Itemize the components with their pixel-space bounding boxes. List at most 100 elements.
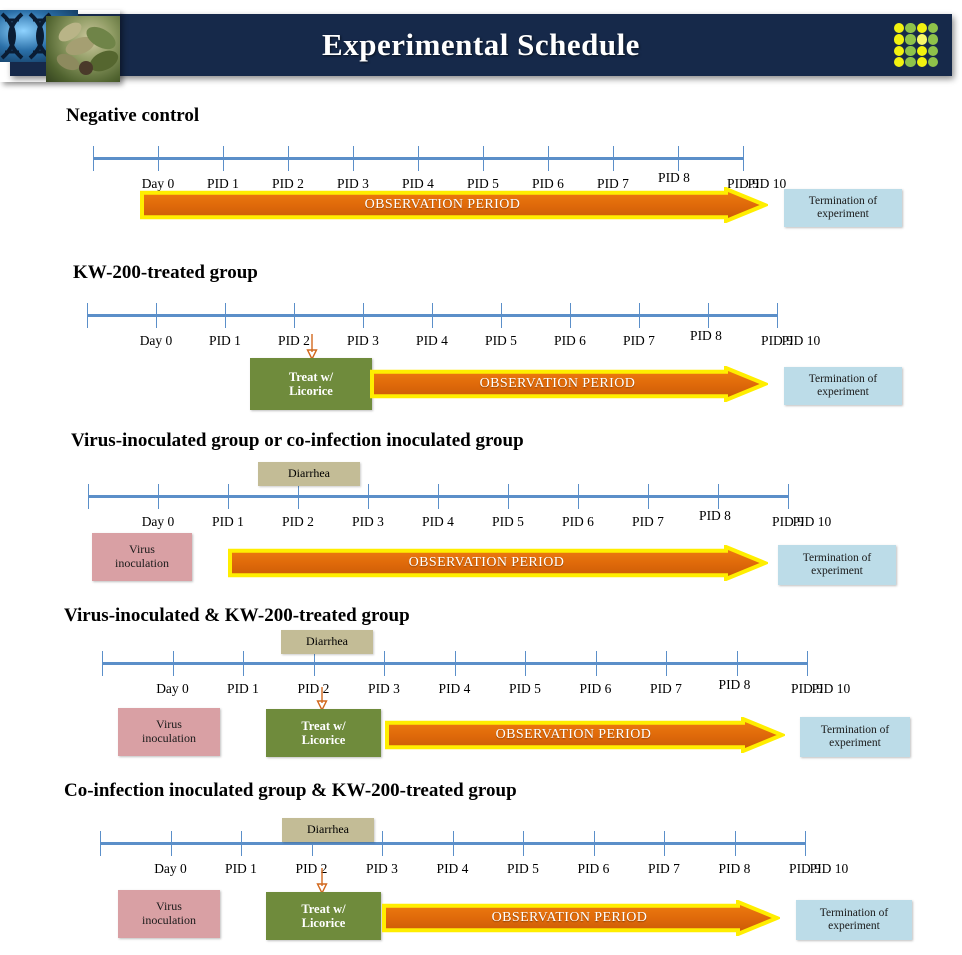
dot-grid-logo bbox=[894, 23, 938, 67]
timeline-tick bbox=[639, 303, 640, 328]
timeline-tick bbox=[666, 651, 667, 676]
timeline-tick bbox=[158, 146, 159, 171]
timeline-label: PID 8 bbox=[718, 677, 751, 692]
plant-leaves-icon bbox=[56, 22, 119, 75]
timeline-tick bbox=[454, 651, 456, 676]
timeline-tick bbox=[593, 831, 595, 856]
timeline-label: PID 1 bbox=[212, 514, 244, 529]
logo-dot bbox=[927, 23, 938, 34]
logo-dot bbox=[916, 45, 927, 56]
observation-period-arrow: OBSERVATION PERIOD bbox=[382, 900, 780, 936]
header-banner: Experimental Schedule bbox=[10, 14, 952, 76]
licorice-plant-image bbox=[46, 16, 120, 82]
timeline-tick bbox=[734, 831, 736, 856]
timeline-label: PID 6 bbox=[562, 514, 594, 529]
timeline-label: PID 4 bbox=[436, 861, 469, 876]
timeline-tick bbox=[578, 484, 579, 509]
logo-dot bbox=[916, 56, 927, 67]
timeline-tick bbox=[170, 831, 172, 856]
termination-of-experiment-box: Termination of experiment bbox=[784, 367, 902, 405]
timeline-tick bbox=[523, 831, 524, 856]
termination-of-experiment-box: Termination of experiment bbox=[796, 900, 912, 940]
treat-with-licorice-box: Treat w/Licorice bbox=[266, 709, 381, 757]
timeline-tick bbox=[241, 831, 242, 856]
timeline-label: PID 5 bbox=[485, 333, 517, 348]
timeline-tick bbox=[501, 303, 502, 328]
logo-dot bbox=[894, 45, 905, 56]
timeline-tick bbox=[353, 146, 354, 171]
logo-dot bbox=[905, 23, 916, 34]
timeline-label: PID 7 bbox=[623, 333, 655, 348]
section-title: Negative control bbox=[66, 105, 200, 126]
timeline-tick bbox=[88, 484, 89, 509]
virus-inoculation-box: Virus inoculation bbox=[118, 890, 220, 938]
schedule-section-negative-control: Negative control Day 0 PID 1 PID 2 PID 3 PID … bbox=[0, 105, 962, 280]
timeline-label: Day 0 bbox=[154, 861, 187, 876]
virus-inoculation-box: Virus inoculation bbox=[118, 708, 220, 756]
timeline-tick bbox=[363, 303, 364, 328]
logo-dot bbox=[927, 34, 938, 45]
timeline-tick bbox=[223, 146, 224, 171]
timeline-label: PID 3 bbox=[347, 333, 379, 348]
timeline-tick bbox=[100, 831, 101, 856]
timeline-label: Day 0 bbox=[141, 514, 175, 529]
timeline-label: PID 3 bbox=[366, 861, 398, 876]
timeline-label: PID 1 bbox=[209, 333, 241, 348]
timeline-tick bbox=[807, 651, 808, 676]
timeline-tick bbox=[156, 303, 157, 328]
termination-of-experiment-box: Termination of experiment bbox=[778, 545, 896, 585]
timeline-tick bbox=[368, 484, 369, 509]
timeline-tick bbox=[570, 303, 571, 328]
timeline-label: PID 8 bbox=[690, 328, 722, 343]
timeline-tick bbox=[225, 303, 226, 328]
logo-dot bbox=[927, 45, 938, 56]
timeline-label: PID 5 bbox=[509, 681, 541, 696]
header-collage-image bbox=[0, 10, 120, 82]
diarrhea-marker: Diarrhea bbox=[258, 462, 360, 486]
timeline-tick bbox=[418, 146, 419, 171]
timeline-tick bbox=[664, 831, 665, 856]
timeline-label: PID 10 bbox=[809, 861, 849, 876]
timeline-tick bbox=[743, 146, 744, 171]
timeline-tick bbox=[648, 484, 649, 509]
timeline-label: PID 10 bbox=[811, 681, 851, 696]
timeline-label: PID 3 bbox=[352, 514, 384, 529]
treat-with-licorice-box: Treat w/Licorice bbox=[266, 892, 381, 940]
timeline-tick bbox=[294, 303, 295, 328]
section-title: KW-200-treated group bbox=[73, 262, 258, 283]
logo-dot bbox=[905, 45, 916, 56]
timeline-tick bbox=[298, 484, 299, 509]
timeline-tick bbox=[678, 146, 679, 171]
observation-period-arrow: OBSERVATION PERIOD bbox=[385, 717, 785, 753]
timeline-tick bbox=[382, 831, 383, 856]
timeline-tick bbox=[508, 484, 509, 509]
timeline-label: PID 6 bbox=[554, 333, 586, 348]
logo-dot bbox=[894, 56, 905, 67]
timeline-tick bbox=[777, 303, 778, 328]
timeline-tick bbox=[525, 651, 526, 676]
timeline-tick bbox=[452, 831, 454, 856]
timeline-tick bbox=[483, 146, 484, 171]
timeline-label: PID 8 bbox=[699, 508, 731, 523]
logo-dot bbox=[905, 34, 916, 45]
timeline-tick bbox=[158, 484, 159, 509]
timeline-label: PID 7 bbox=[632, 514, 664, 529]
timeline-tick bbox=[438, 484, 439, 509]
timeline-label: PID 1 bbox=[227, 681, 259, 696]
observation-period-arrow: OBSERVATION PERIOD bbox=[228, 545, 768, 581]
timeline-label: PID 8 bbox=[658, 170, 690, 185]
timeline-label: Day 0 bbox=[139, 333, 173, 348]
timeline-label: Day 0 bbox=[156, 681, 189, 696]
logo-dot bbox=[894, 34, 905, 45]
section-title: Co-infection inoculated group & KW-200-t… bbox=[64, 780, 517, 801]
timeline-label: PID 5 bbox=[492, 514, 524, 529]
diarrhea-marker: Diarrhea bbox=[282, 818, 374, 842]
timeline-label: PID 4 bbox=[438, 681, 471, 696]
timeline-tick bbox=[288, 146, 289, 171]
timeline-tick bbox=[718, 484, 719, 509]
timeline-tick bbox=[788, 484, 789, 509]
timeline-tick bbox=[313, 651, 315, 676]
timeline-label: PID 3 bbox=[368, 681, 400, 696]
logo-dot bbox=[894, 23, 905, 34]
logo-dot bbox=[916, 23, 927, 34]
